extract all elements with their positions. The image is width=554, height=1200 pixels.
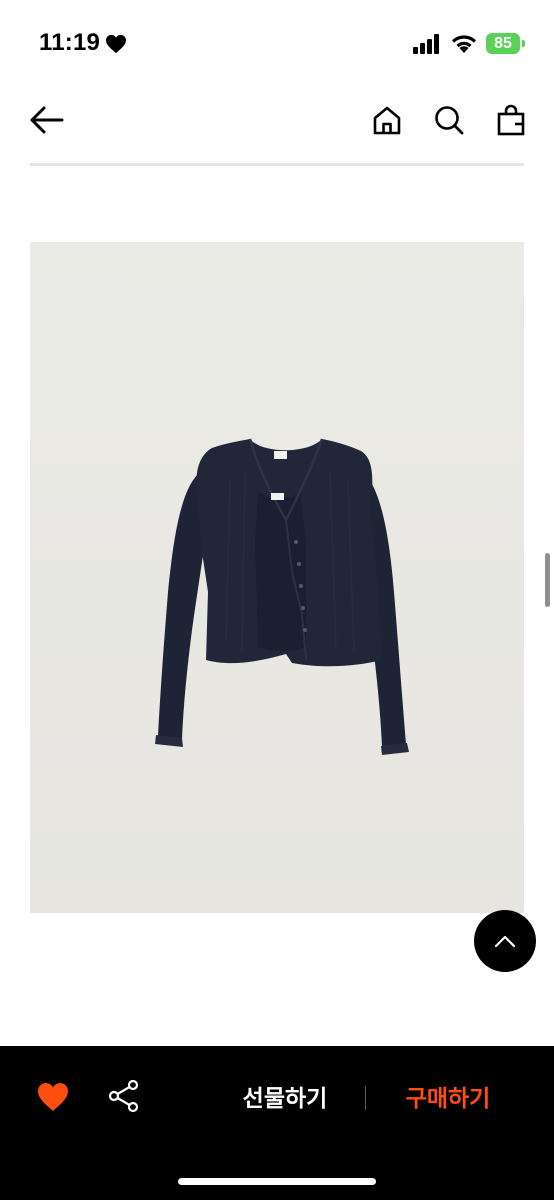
scroll-indicator[interactable] [545,553,550,607]
chevron-up-icon [494,935,516,948]
cellular-signal-icon [413,34,439,54]
status-bar: 11:19 85 [0,0,554,88]
search-button[interactable] [427,98,471,142]
battery-tip [522,40,525,47]
buy-button[interactable]: 구매하기 [388,1076,508,1120]
heart-icon [38,1083,68,1111]
back-button[interactable] [25,98,69,142]
home-icon [373,106,401,135]
shopping-bag-button[interactable] [489,98,533,142]
search-icon [435,106,464,135]
battery-indicator: 85 [486,33,526,55]
wifi-icon [452,35,476,53]
home-button[interactable] [365,98,409,142]
shopping-bag-icon [497,104,525,136]
home-indicator[interactable] [178,1178,376,1185]
action-separator [365,1086,366,1110]
top-nav-bar [0,88,554,152]
bottom-action-bar: 선물하기 구매하기 [0,1046,554,1200]
heart-status-icon [106,34,126,54]
cardigan-illustration [30,242,524,913]
scroll-top-button[interactable] [474,910,536,972]
like-button[interactable] [36,1081,70,1113]
battery-level: 85 [494,35,512,52]
header-divider [30,163,524,166]
gift-button[interactable]: 선물하기 [226,1076,344,1120]
share-icon [108,1079,139,1113]
status-time: 11:19 [39,29,101,56]
share-button[interactable] [107,1079,141,1113]
product-image[interactable] [30,242,524,913]
arrow-left-icon [30,106,64,134]
